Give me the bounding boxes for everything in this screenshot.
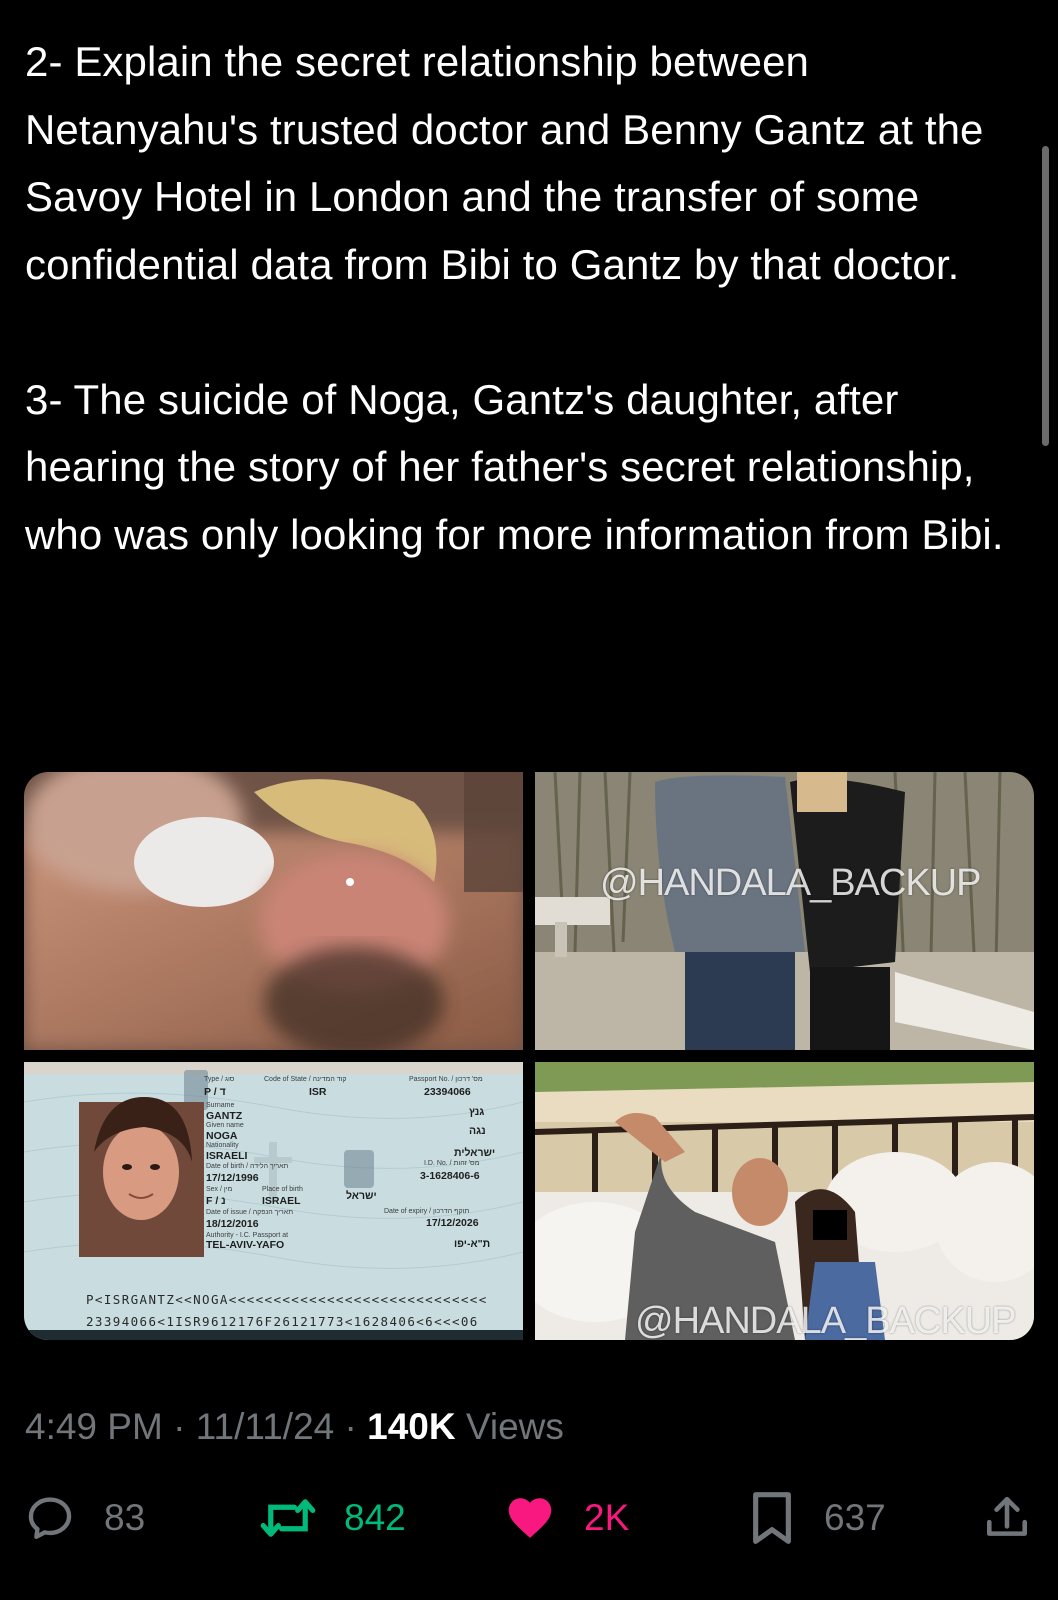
like-count: 2K [584,1497,630,1538]
passport-mrz-line-2: 23394066<1ISR9612176F26121773<1628406<6<… [86,1314,479,1329]
passport-mrz-line-1: P<ISRGANTZ<<NOGA<<<<<<<<<<<<<<<<<<<<<<<<… [86,1292,488,1307]
passport-issue-value: 18/12/2016 [206,1218,259,1230]
tweet-paragraph: 3- The suicide of Noga, Gantz's daughter… [25,375,1004,558]
passport-nationality-label: Nationality [206,1142,239,1149]
meta-separator: · [162,1406,196,1447]
passport-given-value: NOGA [206,1130,238,1142]
media-grid: @HANDALA_BACKUP Type / סוג P / ד Code of… [24,772,1034,1340]
passport-nationality-he: ישראלית [454,1147,496,1159]
passport-expiry-value: 17/12/2026 [426,1217,479,1229]
passport-number-label: Passport No. / מס' דרכון [409,1076,483,1083]
passport-surname-he: גנץ [469,1106,485,1118]
photo-sofa [535,1062,1034,1340]
passport-authority-label: Authority - I.C. Passport at [206,1232,289,1239]
tweet-meta: 4:49 PM · 11/11/24 · 140K Views [25,1406,564,1448]
passport-type-label: Type / סוג [204,1076,235,1083]
heart-filled-icon [508,1498,552,1538]
action-bar: 83 842 2K 637 [0,1488,1058,1548]
share-button[interactable] [982,1488,1032,1548]
retweet-count: 842 [344,1497,406,1538]
passport-code-value: ISR [309,1086,327,1098]
passport-dob-value: 17/12/1996 [206,1172,259,1184]
views-label: Views [455,1406,564,1447]
meta-separator: · [334,1406,368,1447]
share-icon [987,1496,1027,1536]
passport-expiry-label: Date of expiry / תוקף הדרכון [384,1208,470,1215]
passport-dob-label: Date of birth / תאריך הלידה [206,1163,289,1170]
media-photo-4[interactable]: @HANDALA_BACKUP [535,1062,1034,1340]
passport-type-value: P / ד [204,1086,226,1098]
passport-id-value: 3-1628406-6 [420,1170,480,1182]
passport-issue-label: Date of issue / תאריך הנפקה [206,1209,294,1216]
reply-count: 83 [104,1497,146,1538]
tweet-text: 2- Explain the secret relationship betwe… [25,28,1015,568]
passport-authority-he: ת"א-יפו [454,1238,491,1250]
media-photo-1[interactable] [24,772,523,1050]
bookmark-count: 637 [824,1497,886,1538]
passport-pob-he: ישראל [346,1190,377,1202]
bookmark-icon [753,1492,791,1544]
passport-surname-label: Surname [206,1102,235,1109]
passport-sex-label: Sex / מין [206,1186,233,1193]
passport-nationality-value: ISRAELI [206,1150,248,1162]
reply-icon [28,1497,72,1540]
passport-given-he: נגה [469,1125,486,1137]
watermark: @HANDALA_BACKUP [635,1300,1016,1340]
passport-surname-value: GANTZ [206,1110,243,1122]
passport-pob-value: ISRAEL [262,1195,301,1207]
tweet-paragraph: 2- Explain the secret relationship betwe… [25,38,984,288]
like-button[interactable]: 2K [504,1488,629,1548]
passport-sex-value: F / נ [206,1195,226,1207]
tweet-time[interactable]: 4:49 PM [25,1406,163,1447]
media-photo-2[interactable]: @HANDALA_BACKUP [535,772,1034,1050]
passport-number-value: 23394066 [424,1086,471,1098]
views-count: 140K [367,1406,456,1447]
photo-blurred-closeup [24,772,523,1050]
bookmark-button[interactable]: 637 [748,1488,886,1548]
passport-pob-label: Place of birth [262,1186,303,1193]
media-passport[interactable]: Type / סוג P / ד Code of State / קוד המד… [24,1062,523,1340]
retweet-icon [260,1499,316,1537]
passport-authority-value: TEL-AVIV-YAFO [206,1239,285,1251]
passport-given-label: Given name [206,1122,244,1129]
scrollbar[interactable] [1042,146,1049,446]
tweet-date[interactable]: 11/11/24 [196,1406,335,1447]
photo-couple-standing [535,772,1034,1050]
passport-id-label: I.D. No. / מס' זהות [424,1160,480,1167]
watermark: @HANDALA_BACKUP [600,862,981,904]
retweet-button[interactable]: 842 [260,1488,406,1548]
reply-button[interactable]: 83 [24,1488,145,1548]
passport-code-label: Code of State / קוד המדינה [264,1076,347,1083]
